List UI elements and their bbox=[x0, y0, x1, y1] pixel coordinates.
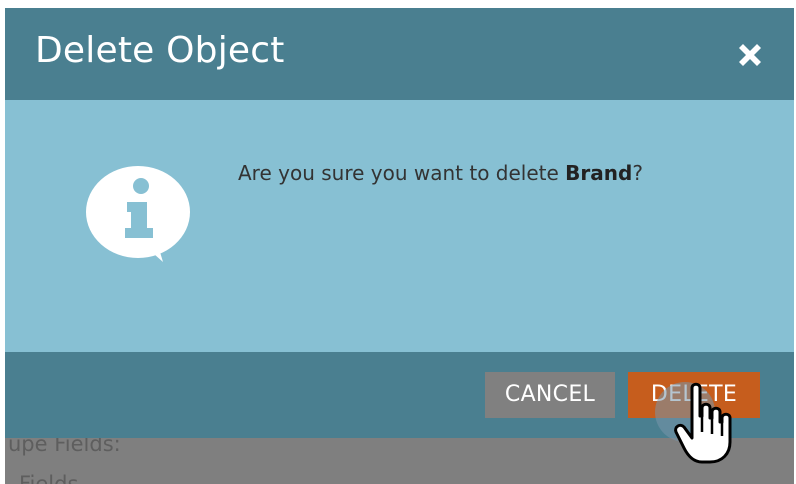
dialog-body: Are you sure you want to delete Brand? bbox=[5, 100, 794, 352]
cancel-button[interactable]: CANCEL bbox=[485, 372, 615, 418]
message-suffix: ? bbox=[632, 161, 643, 185]
background-label-2: Fields bbox=[19, 472, 79, 484]
hand-pointer-cursor-icon bbox=[672, 380, 734, 470]
close-icon bbox=[739, 44, 761, 66]
screen: upe Fields: Fields Delete Object Are you bbox=[0, 0, 796, 484]
message-prefix: Are you sure you want to delete bbox=[238, 161, 566, 185]
background-label: upe Fields: bbox=[8, 438, 121, 456]
dialog-header: Delete Object bbox=[5, 8, 794, 100]
close-button[interactable] bbox=[730, 35, 770, 75]
confirmation-message: Are you sure you want to delete Brand? bbox=[238, 161, 643, 185]
object-name: Brand bbox=[565, 161, 633, 185]
delete-object-dialog: Delete Object Are you sure you want to d… bbox=[5, 8, 794, 438]
info-speech-bubble-icon bbox=[83, 162, 203, 266]
dialog-title: Delete Object bbox=[35, 30, 285, 71]
